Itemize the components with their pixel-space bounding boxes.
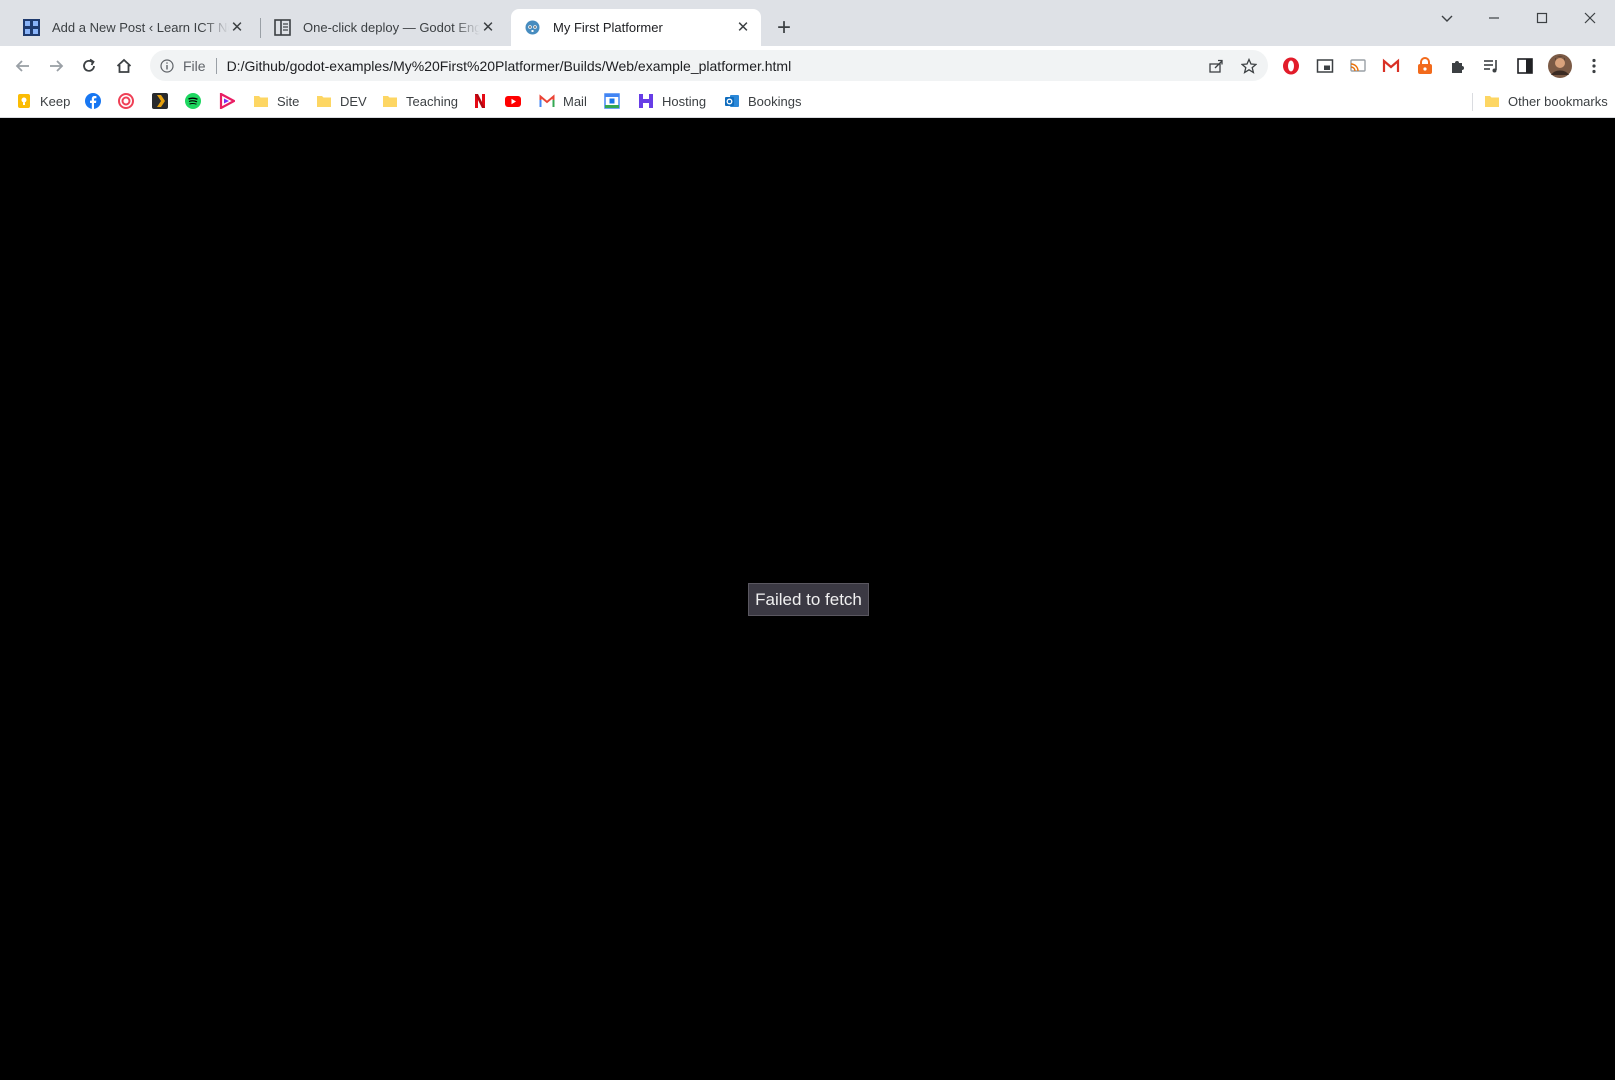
url-text[interactable]: D:/Github/godot-examples/My%20First%20Pl… [227,58,792,74]
facebook-icon [85,93,101,109]
cast-extension-icon[interactable] [1347,55,1369,77]
media-controls-icon[interactable] [1480,55,1502,77]
bookmark-bookings[interactable]: Bookings [724,90,801,112]
close-tab-icon[interactable]: ✕ [480,20,496,36]
picture-in-picture-icon[interactable] [1314,55,1336,77]
forward-icon[interactable] [42,52,70,80]
bookmark-keep[interactable]: Keep [16,90,70,112]
bookmark-label: Teaching [406,93,459,109]
profile-avatar[interactable] [1547,53,1573,79]
bookmark-pocket[interactable] [118,90,134,112]
close-window-icon[interactable] [1568,5,1612,31]
bookmark-label: Bookings [748,93,802,109]
folder-icon [382,93,398,109]
gmail-extension-icon[interactable] [1380,55,1402,77]
spotify-icon [185,93,201,109]
youtube-icon [505,93,521,109]
gmail-icon [539,93,555,109]
home-icon[interactable] [110,52,138,80]
tab-my-first-platformer[interactable]: My First Platformer ✕ [511,9,761,46]
tab-godot-docs[interactable]: One-click deploy — Godot Engine (stable)… [261,9,506,46]
address-bar[interactable]: File D:/Github/godot-examples/My%20First… [150,50,1268,81]
toolbar: File D:/Github/godot-examples/My%20First… [0,46,1615,85]
bookmark-facebook[interactable] [85,90,101,112]
bookmark-youtube[interactable] [505,90,521,112]
tab-strip: Add a New Post ‹ Learn ICT Now — WordPre… [0,0,1615,46]
new-tab-button[interactable]: + [772,14,796,41]
bookmark-label: Site [277,93,300,109]
bookmarks-bar: Keep Site DEV Teaching Mail Hosting Book… [0,85,1615,118]
bookmark-folder-site[interactable]: Site [253,90,299,112]
bookmark-label: Other bookmarks [1508,93,1608,109]
close-tab-icon[interactable]: ✕ [229,20,245,36]
kebab-menu-icon[interactable] [1583,55,1605,77]
omnibox-divider [215,57,217,74]
hosting-icon [638,93,654,109]
bookmark-spotify[interactable] [185,90,201,112]
bookings-icon [724,93,740,109]
wordpress-site-icon [23,19,40,36]
docs-page-icon [274,19,291,36]
bookmark-star-icon[interactable] [1240,57,1258,75]
bookmark-calendar[interactable] [604,90,620,112]
plex-icon [152,93,168,109]
scheme-label: File [183,57,206,74]
bookmark-mail[interactable]: Mail [539,90,587,112]
bookmark-label: Keep [40,93,71,109]
tab-search-chevron-icon[interactable] [1425,5,1469,31]
bookmark-plex[interactable] [152,90,168,112]
tab-title: Add a New Post ‹ Learn ICT Now — WordPre… [52,20,229,35]
folder-icon [253,93,269,109]
browser-chrome: Add a New Post ‹ Learn ICT Now — WordPre… [0,0,1615,118]
side-panel-icon[interactable] [1514,55,1536,77]
extensions-puzzle-icon[interactable] [1447,55,1469,77]
keep-icon [16,93,32,109]
play-icon [219,93,235,109]
close-tab-icon[interactable]: ✕ [735,20,751,36]
bookmark-hosting[interactable]: Hosting [638,90,706,112]
bookmark-folder-teaching[interactable]: Teaching [382,90,458,112]
status-message: Failed to fetch [748,583,869,616]
minimize-icon[interactable] [1472,5,1516,31]
back-icon[interactable] [9,52,37,80]
reload-icon[interactable] [75,52,103,80]
calendar-icon [604,93,620,109]
bookmark-label: Mail [563,93,587,109]
tab-title: My First Platformer [553,20,663,35]
bookmark-folder-dev[interactable]: DEV [316,90,367,112]
folder-icon [316,93,332,109]
maximize-icon[interactable] [1520,5,1564,31]
folder-icon [1484,93,1500,109]
opera-vpn-extension-icon[interactable] [1280,55,1302,77]
netflix-icon [472,93,488,109]
pocket-icon [118,93,134,109]
bookmarks-divider [1472,93,1473,111]
bookmark-other-bookmarks[interactable]: Other bookmarks [1484,90,1608,112]
bookmark-play[interactable] [219,90,235,112]
share-icon[interactable] [1207,57,1225,75]
tab-title: One-click deploy — Godot Engine (stable)… [303,20,480,35]
godot-icon [524,19,541,36]
lock-extension-icon[interactable] [1414,55,1436,77]
bookmark-netflix[interactable] [472,90,488,112]
bookmark-label: Hosting [662,93,707,109]
site-info-icon[interactable] [159,58,175,74]
tab-wordpress[interactable]: Add a New Post ‹ Learn ICT Now — WordPre… [10,9,255,46]
bookmark-label: DEV [340,93,367,109]
